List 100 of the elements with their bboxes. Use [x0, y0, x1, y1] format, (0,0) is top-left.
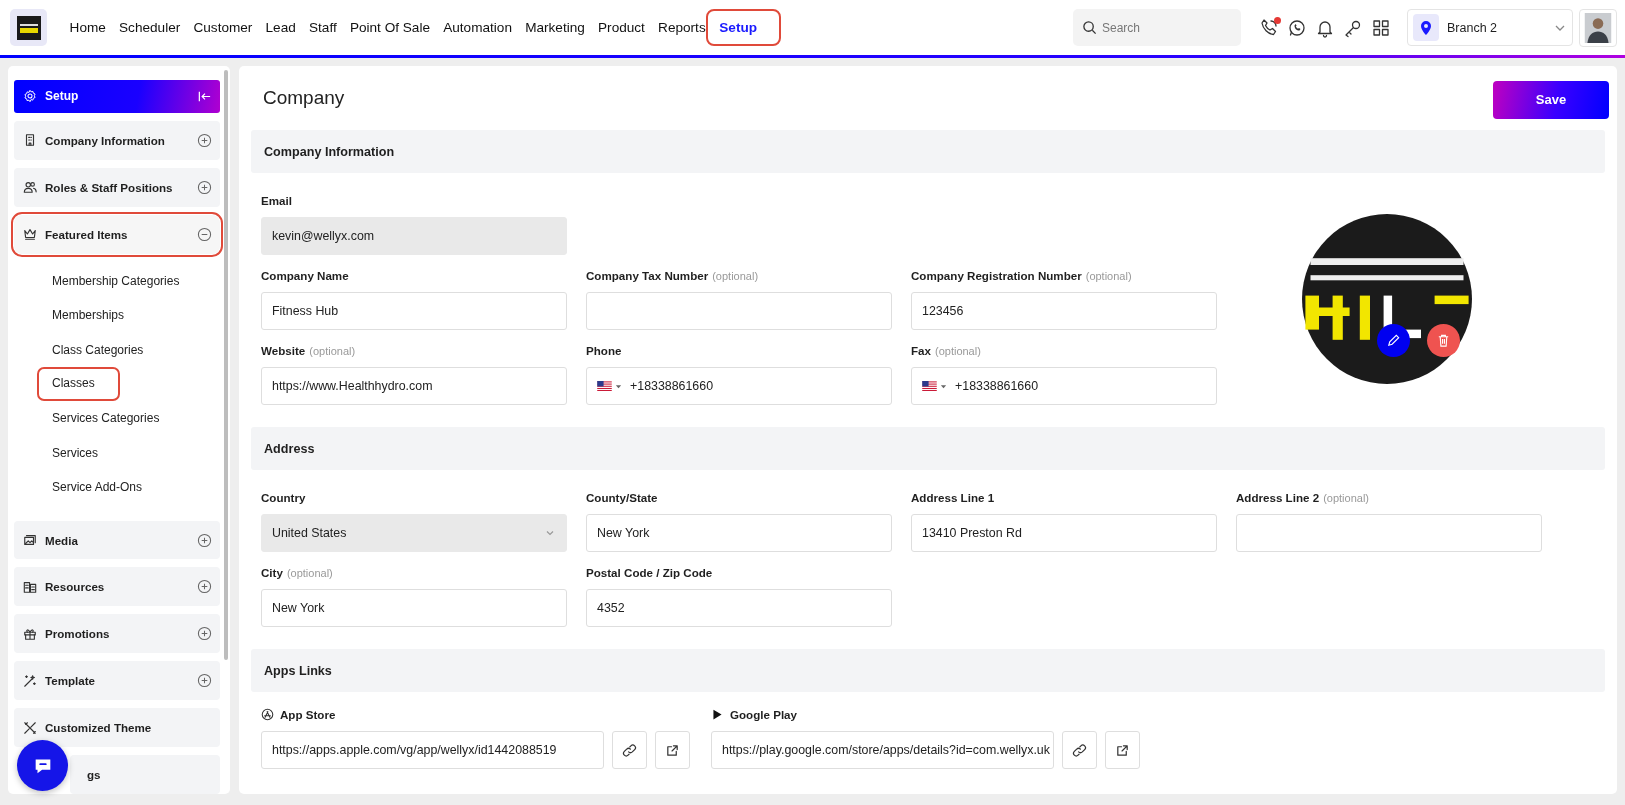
sidebar-item[interactable]: Company Information — [14, 120, 220, 160]
menu-item-icon — [23, 673, 37, 688]
nav-link[interactable]: Marketing — [518, 10, 592, 45]
submenu-item[interactable]: Service Add-Ons — [44, 470, 151, 505]
page-title: Company — [263, 87, 345, 109]
field-label: Google Play — [730, 708, 797, 721]
input-field[interactable]: 123456 — [911, 292, 1217, 330]
trash-icon — [1436, 332, 1451, 348]
nav-link[interactable]: Automation — [436, 10, 519, 45]
copy-link-button[interactable] — [612, 731, 647, 769]
section-header: Company Information — [251, 130, 1605, 173]
whatsapp-icon[interactable] — [1287, 17, 1307, 38]
link-icon — [1072, 742, 1087, 758]
menu-item-icon — [23, 720, 37, 735]
menu-item-icon — [23, 133, 37, 148]
nav-link[interactable]: Scheduler — [112, 10, 187, 45]
expand-plus-icon[interactable] — [197, 626, 212, 642]
submenu-item[interactable]: Membership Categories — [44, 263, 188, 299]
submenu-item[interactable]: Class Categories — [44, 332, 152, 368]
menu-item-icon — [23, 579, 37, 594]
branch-name: Branch 2 — [1447, 20, 1498, 35]
submenu-item[interactable]: Services Categories — [44, 401, 168, 436]
input-field[interactable]: New York — [261, 589, 567, 627]
sidebar-item[interactable]: Featured Items — [14, 214, 220, 254]
caret-icon — [940, 382, 947, 390]
field-label: Postal Code / Zip Code — [586, 566, 713, 579]
flag-icon — [922, 381, 937, 391]
phone-field[interactable]: +18338861660 — [911, 367, 1217, 405]
input-field[interactable]: https://www.Healthhydro.com — [261, 367, 567, 405]
search-field[interactable]: Search — [1073, 9, 1241, 46]
submenu-item[interactable]: Classes — [37, 367, 120, 402]
field-label: Website — [261, 344, 306, 357]
field-label: Country — [261, 491, 306, 504]
apps-grid-icon[interactable] — [1371, 17, 1391, 38]
menu-item-icon — [23, 533, 37, 547]
input-field[interactable]: 13410 Preston Rd — [911, 514, 1217, 552]
field-label: Email — [261, 194, 292, 207]
input-field[interactable]: https://play.google.com/store/apps/details?id=com.wellyx.uk — [711, 731, 1054, 769]
input-field[interactable]: kevin@wellyx.com — [261, 217, 567, 255]
open-link-button[interactable] — [1105, 731, 1140, 769]
submenu-item[interactable]: Services — [44, 435, 106, 471]
input-field[interactable] — [586, 292, 892, 330]
search-icon — [1082, 20, 1097, 35]
external-link-icon — [1115, 742, 1130, 758]
field-label: Phone — [586, 344, 622, 357]
nav-link[interactable]: Customer — [186, 10, 259, 45]
input-field[interactable]: 4352 — [586, 589, 892, 627]
phone-icon[interactable] — [1259, 17, 1279, 38]
field-label: County/State — [586, 491, 658, 504]
phone-field[interactable]: +18338861660 — [586, 367, 892, 405]
branch-selector[interactable]: Branch 2 — [1407, 9, 1573, 46]
optional-hint: (optional) — [286, 566, 333, 579]
nav-link[interactable]: Lead — [258, 10, 303, 45]
gear-icon — [23, 89, 37, 104]
scrollbar[interactable] — [224, 70, 228, 660]
select-field[interactable]: United States — [261, 514, 567, 552]
expand-plus-icon[interactable] — [197, 179, 212, 195]
sidebar-item[interactable]: Media — [14, 520, 220, 560]
field-label: Company Registration Number — [911, 269, 1082, 282]
brand-logo[interactable] — [10, 9, 47, 46]
copy-link-button[interactable] — [1062, 731, 1097, 769]
open-link-button[interactable] — [655, 731, 690, 769]
sidebar-item[interactable]: gs — [70, 755, 220, 794]
nav-link[interactable]: Home — [63, 10, 113, 45]
expand-plus-icon[interactable] — [197, 132, 212, 148]
save-button[interactable]: Save — [1493, 80, 1609, 119]
input-field[interactable] — [1236, 514, 1542, 552]
pencil-icon — [1386, 332, 1401, 348]
sidebar-item[interactable]: Promotions — [14, 614, 220, 654]
field-label: Fax — [911, 344, 931, 357]
input-field[interactable]: Fitness Hub — [261, 292, 567, 330]
sidebar-item[interactable]: Resources — [14, 567, 220, 607]
menu-item-icon — [23, 626, 37, 641]
nav-link[interactable]: Setup — [706, 9, 782, 46]
collapse-minus-icon[interactable] — [197, 226, 212, 242]
expand-plus-icon[interactable] — [197, 673, 212, 689]
sidebar-item[interactable]: Customized Theme — [14, 708, 220, 748]
section-header: Address — [251, 427, 1605, 470]
sidebar-item[interactable]: Template — [14, 661, 220, 701]
optional-hint: (optional) — [935, 344, 981, 357]
nav-link[interactable]: Staff — [302, 10, 344, 45]
optional-hint: (optional) — [712, 269, 759, 282]
field-label: App Store — [280, 708, 336, 721]
expand-plus-icon[interactable] — [197, 579, 212, 595]
field-label: Address Line 1 — [911, 491, 995, 504]
section-header: Apps Links — [251, 649, 1605, 692]
sidebar-item[interactable]: Roles & Staff Positions — [14, 167, 220, 207]
field-label: Address Line 2 — [1236, 491, 1320, 504]
optional-hint: (optional) — [1323, 491, 1369, 504]
expand-plus-icon[interactable] — [197, 532, 212, 548]
input-field[interactable]: New York — [586, 514, 892, 552]
menu-item-icon — [23, 227, 37, 242]
submenu-item[interactable]: Memberships — [44, 298, 133, 333]
nav-link[interactable]: Point Of Sale — [343, 10, 437, 45]
location-pin-icon — [1418, 19, 1434, 36]
nav-link[interactable]: Product — [591, 10, 652, 45]
input-field[interactable]: https://apps.apple.com/vg/app/wellyx/id1442088519 — [261, 731, 604, 769]
optional-hint: (optional) — [1085, 269, 1132, 282]
avatar[interactable] — [1579, 8, 1617, 47]
play-icon — [711, 708, 724, 721]
